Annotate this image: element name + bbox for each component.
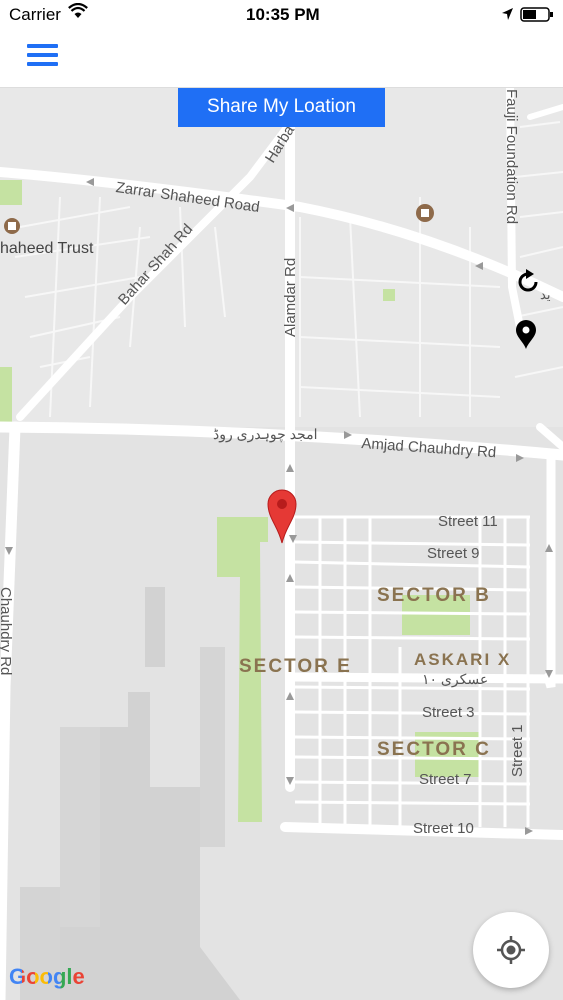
sector-label-b: SECTOR B	[377, 585, 491, 606]
red-map-marker-icon[interactable]	[266, 488, 298, 544]
my-location-button[interactable]	[473, 912, 549, 988]
my-location-icon	[495, 934, 527, 966]
street-label-1: Street 1	[509, 724, 526, 777]
location-pin-icon[interactable]	[515, 320, 537, 350]
road-label-alamdar: Alamdar Rd	[282, 257, 299, 337]
nav-bar	[0, 30, 563, 88]
road-label-top-right-urdu: ید	[540, 287, 551, 302]
google-logo-text: Google	[9, 964, 85, 989]
sector-label-c: SECTOR C	[377, 739, 491, 760]
share-location-button[interactable]: Share My Loation	[178, 87, 385, 127]
street-label-3: Street 3	[422, 704, 475, 721]
street-label-10: Street 10	[413, 820, 474, 837]
street-label-11: Street 11	[438, 513, 498, 530]
map-view[interactable]: Zarrar Shaheed Road haheed Trust Bahar S…	[0, 87, 563, 1000]
road-label-amjad-urdu: امجد چوہدری روڈ	[213, 426, 318, 442]
sector-label-e: SECTOR E	[239, 656, 352, 677]
street-label-7: Street 7	[419, 771, 472, 788]
carrier-label: Carrier	[9, 5, 61, 24]
sector-label-askari: ASKARI X	[414, 650, 512, 669]
refresh-icon[interactable]	[515, 269, 541, 295]
road-label-amjad-left: Chauhdry Rd	[0, 587, 14, 676]
street-label-9: Street 9	[427, 545, 480, 562]
askari-urdu-label: عسکری ١٠	[422, 671, 489, 687]
road-label-trust: haheed Trust	[0, 240, 94, 257]
road-label-fauji: Fauji Foundation Rd	[503, 89, 520, 225]
google-attribution: Google	[9, 964, 85, 990]
location-arrow-icon	[501, 6, 514, 26]
wifi-icon	[68, 2, 88, 24]
time-label: 10:35 PM	[246, 5, 320, 24]
battery-icon	[520, 7, 554, 28]
status-bar: Carrier 10:35 PM	[0, 0, 563, 30]
hamburger-menu-icon[interactable]	[27, 44, 58, 68]
